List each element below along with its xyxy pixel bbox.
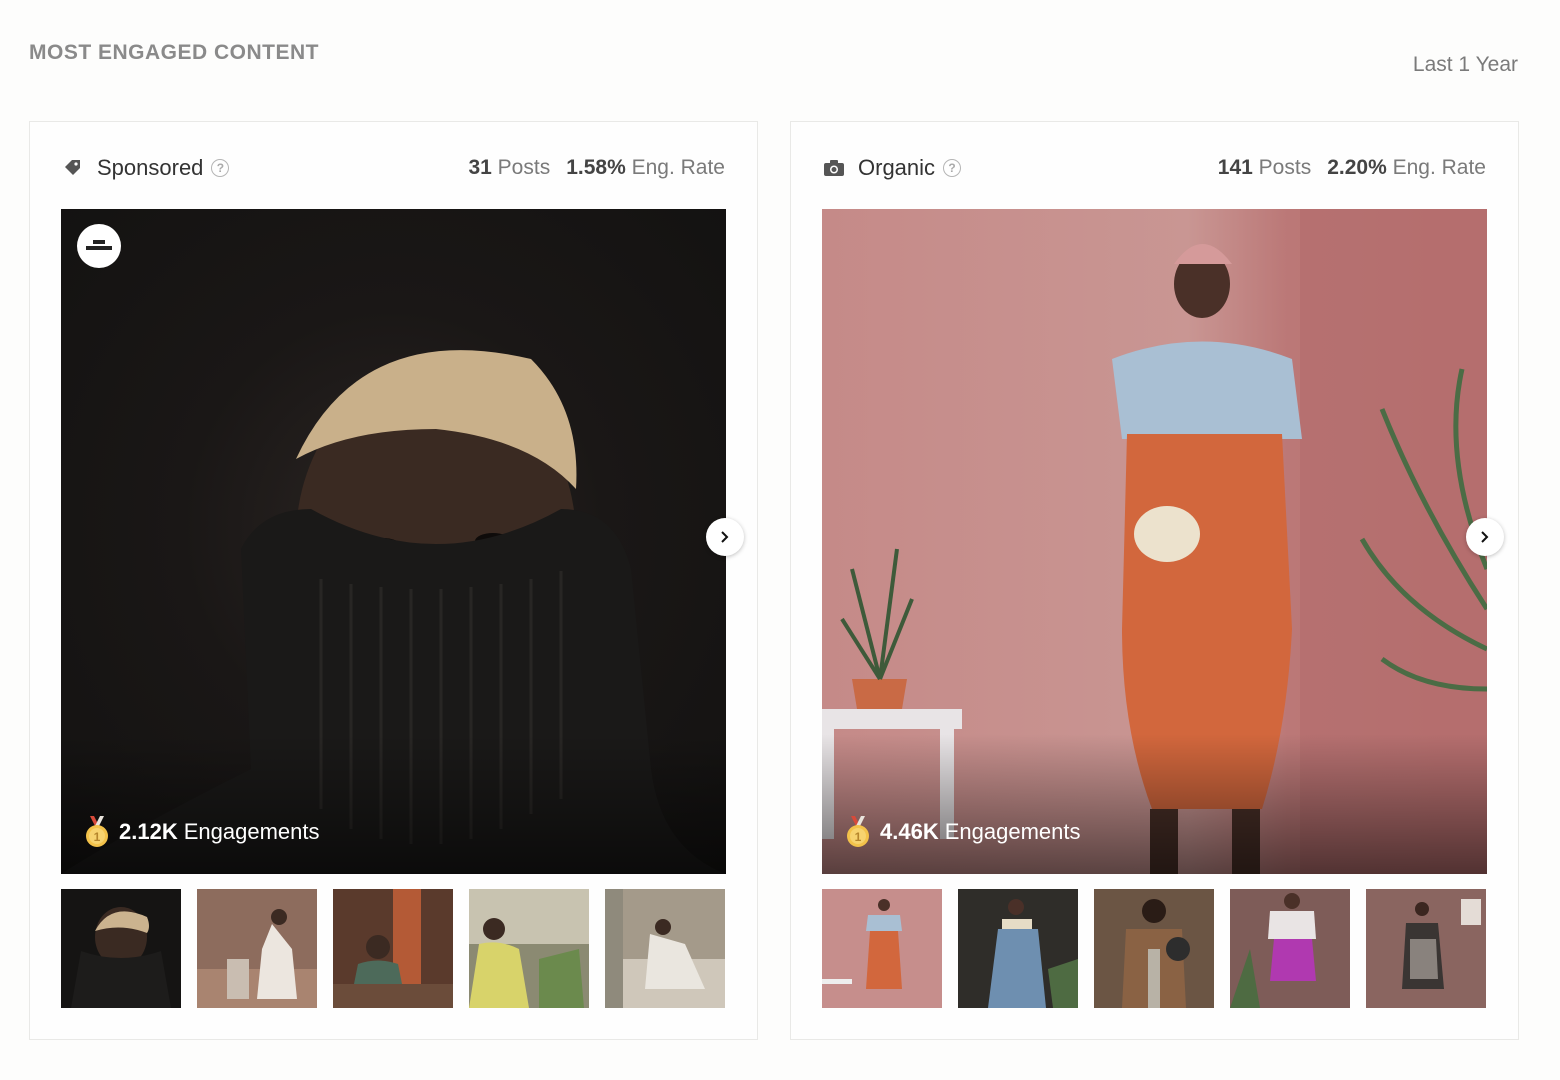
organic-featured-image[interactable]: 1 4.46K Engagements — [822, 209, 1487, 874]
sponsored-label: Sponsored — [97, 155, 204, 180]
sponsored-engagements-value: 2.12K — [119, 819, 178, 844]
question-circle-icon[interactable]: ? — [211, 159, 230, 177]
date-range-selector[interactable]: Last 1 Year — [1413, 53, 1518, 77]
organic-header: Organic ? 141 Posts 2.20% Eng. Rate — [823, 148, 1486, 188]
price-tag-icon — [62, 157, 84, 179]
sponsored-thumbnail-4[interactable] — [469, 889, 589, 1008]
chevron-right-icon — [721, 531, 729, 543]
media-overlay — [61, 734, 726, 874]
chevron-right-icon — [1481, 531, 1489, 543]
camera-icon — [823, 157, 845, 179]
sponsored-eng-rate: 1.58% — [566, 156, 626, 179]
sponsored-eng-rate-label: Eng. Rate — [631, 156, 725, 179]
gold-medal-icon: 1 — [847, 816, 869, 847]
sponsored-stats: 31 Posts 1.58% Eng. Rate — [468, 156, 725, 180]
sponsored-header: Sponsored ? 31 Posts 1.58% Eng. Rate — [62, 148, 725, 188]
organic-thumbnail-4[interactable] — [1230, 889, 1350, 1008]
thumbnail-image — [988, 899, 1078, 1008]
thumbnail-image — [71, 907, 171, 1008]
organic-thumbnail-2[interactable] — [958, 889, 1078, 1008]
sponsored-card: Sponsored ? 31 Posts 1.58% Eng. Rate 1 2… — [29, 121, 758, 1040]
sponsored-posts-label: Posts — [497, 156, 551, 179]
thumbnail-image — [197, 909, 317, 1008]
thumbnail-image — [1230, 893, 1316, 1008]
sponsored-posts-count: 31 — [468, 156, 492, 179]
organic-engagements-value: 4.46K — [880, 819, 939, 844]
thumbnail-image — [1402, 899, 1481, 989]
question-circle-icon[interactable]: ? — [943, 159, 962, 177]
thumbnail-image — [333, 889, 453, 1008]
organic-card: Organic ? 141 Posts 2.20% Eng. Rate 1 4.… — [790, 121, 1519, 1040]
organic-thumbnail-1[interactable] — [822, 889, 942, 1008]
organic-thumbnail-3[interactable] — [1094, 889, 1214, 1008]
brand-logo — [86, 240, 112, 250]
sponsored-next-button[interactable] — [706, 518, 744, 556]
organic-thumbnails — [822, 889, 1486, 1008]
sponsored-engagements: 1 2.12K Engagements — [83, 816, 319, 848]
sponsored-thumbnail-3[interactable] — [333, 889, 453, 1008]
organic-engagements-label: Engagements — [944, 819, 1081, 844]
thumbnail-image — [822, 899, 902, 989]
organic-eng-rate: 2.20% — [1327, 156, 1387, 179]
thumbnail-image — [605, 889, 725, 1008]
sponsored-thumbnails — [61, 889, 725, 1008]
svg-text:1: 1 — [94, 830, 101, 844]
organic-stats: 141 Posts 2.20% Eng. Rate — [1218, 156, 1486, 180]
organic-label: Organic — [858, 155, 936, 180]
thumbnail-image — [469, 889, 589, 1008]
sponsored-thumbnail-1[interactable] — [61, 889, 181, 1008]
organic-eng-rate-label: Eng. Rate — [1392, 156, 1486, 179]
media-overlay — [822, 734, 1487, 874]
sponsored-engagements-label: Engagements — [183, 819, 320, 844]
organic-posts-count: 141 — [1217, 156, 1253, 179]
organic-posts-label: Posts — [1258, 156, 1312, 179]
sponsored-thumbnail-2[interactable] — [197, 889, 317, 1008]
section-title: MOST ENGAGED CONTENT — [29, 41, 320, 64]
svg-text:1: 1 — [855, 830, 862, 844]
organic-engagements: 1 4.46K Engagements — [844, 816, 1080, 848]
thumbnail-image — [1122, 899, 1190, 1008]
sponsored-thumbnail-5[interactable] — [605, 889, 725, 1008]
organic-next-button[interactable] — [1466, 518, 1504, 556]
gold-medal-icon: 1 — [86, 816, 108, 847]
sponsored-featured-image[interactable]: 1 2.12K Engagements — [61, 209, 726, 874]
brand-avatar[interactable] — [77, 224, 121, 268]
organic-thumbnail-5[interactable] — [1366, 889, 1486, 1008]
